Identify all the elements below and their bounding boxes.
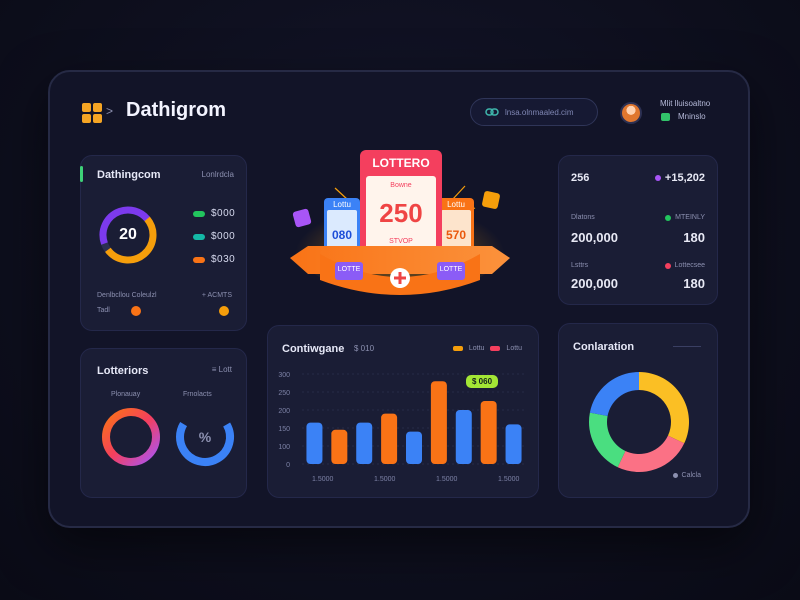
y-tick-label: 300: [278, 372, 290, 379]
lottery-header: LOTTERO: [372, 156, 430, 170]
lotteries-card[interactable]: Lotteriors ≡ Lott Plonauay Frnolacts %: [80, 348, 247, 498]
donut-slice[interactable]: [589, 372, 639, 417]
dot-icon: [654, 175, 661, 181]
left-ticket-value: 080: [331, 228, 353, 242]
bar-tooltip: $ 060: [466, 375, 499, 388]
coin-icon: [131, 306, 141, 316]
legend-item: $030: [193, 254, 235, 265]
stats-row1-label: Dlatons: [571, 214, 595, 221]
x-tick-label: 1.5000: [498, 476, 520, 483]
divider: [673, 346, 701, 347]
coin-icon: [219, 306, 229, 316]
legend-item: $000: [193, 231, 235, 242]
user-status: Mninslo: [678, 112, 706, 121]
search-placeholder: lnsa.olnmaaled.cim: [505, 107, 574, 117]
x-tick-label: 1.5000: [374, 476, 396, 483]
bar[interactable]: [430, 381, 447, 464]
stats-row2-count: 180: [683, 276, 705, 291]
lottery-sub: Bowne: [390, 182, 412, 189]
ring1-label: Plonauay: [111, 391, 141, 398]
bar[interactable]: [331, 429, 348, 464]
overview-footer-left: Denlbcllou Coleulzl: [97, 292, 157, 299]
user-name: Mlit lluisoaltno: [660, 99, 711, 108]
y-tick-label: 100: [278, 444, 290, 451]
y-tick-label: 250: [278, 390, 290, 397]
stats-row2-label: Lsttrs: [571, 262, 589, 269]
stats-top-right: +15,202: [654, 172, 705, 184]
bar[interactable]: [306, 422, 323, 464]
donut-footer: Calcla: [681, 472, 701, 479]
overview-footer-right: + ACMTS: [201, 292, 232, 299]
status-icon: [661, 113, 670, 121]
progress-ring-chart: %: [176, 408, 234, 466]
donut-card[interactable]: Conlaration Calcla: [558, 323, 718, 498]
donut-slice[interactable]: [617, 435, 685, 472]
breadcrumb-separator: >: [106, 104, 114, 118]
logo-icon[interactable]: [82, 103, 102, 123]
page-title: Dathigrom: [126, 99, 226, 121]
overview-ring-value: 20: [119, 226, 137, 243]
lottery-main-sub: STVOP: [389, 238, 413, 245]
bar[interactable]: [505, 424, 522, 464]
y-tick-label: 150: [278, 426, 290, 433]
lotteries-badge: ≡ Lott: [211, 365, 232, 374]
overview-title: Dathingcom: [97, 169, 161, 181]
stats-row2-value: 200,000: [571, 276, 618, 291]
left-ticket-label: Lottu: [333, 200, 351, 209]
gradient-ring-chart: [102, 408, 160, 466]
stats-card[interactable]: 256 +15,202 Dlatons MTEINLY 200,000 180 …: [558, 155, 718, 305]
bar[interactable]: [406, 431, 422, 464]
right-ticket-label: Lottu: [447, 200, 465, 209]
stats-row2-badge: Lottecsee: [674, 262, 705, 269]
bar[interactable]: [480, 401, 497, 464]
y-tick-label: 0: [286, 462, 290, 469]
ring2-label: Frnolacts: [183, 391, 212, 398]
bar[interactable]: [381, 413, 398, 464]
lotteries-title: Lotteriors: [97, 365, 149, 377]
lottery-hero[interactable]: LOTTERO Bowne 250 STVOP Lottu 080 Lottu …: [280, 150, 520, 300]
x-tick-label: 1.5000: [312, 476, 334, 483]
y-tick-label: 200: [278, 408, 290, 415]
donut-slice[interactable]: [639, 372, 689, 444]
stats-row1-badge: MTEINLY: [675, 214, 705, 221]
lottery-value: 250: [379, 198, 423, 228]
status-dot-icon: [665, 214, 672, 221]
donut-chart: [589, 372, 689, 472]
legend-item: $000: [193, 208, 235, 219]
link-icon: [485, 108, 499, 116]
dot-icon: [672, 473, 678, 478]
ribbon-right-label: LOTTE: [439, 266, 463, 273]
bar-chart: 300 250 200 150 100 0 1.5000 1.5000 1.5000 1.5000: [278, 372, 526, 483]
right-ticket-value: 570: [445, 228, 467, 242]
stats-row1-value: 200,000: [571, 230, 618, 245]
search-input[interactable]: lnsa.olnmaaled.cim: [470, 98, 598, 126]
stats-row1-count: 180: [683, 230, 705, 245]
ribbon-left-label: LOTTE: [337, 266, 361, 273]
donut-title: Conlaration: [573, 341, 635, 353]
overview-card[interactable]: Dathingcom Lonlrdcla 20 $000 $000 $030 D…: [80, 155, 247, 331]
bar[interactable]: [455, 410, 472, 464]
stats-top-left: 256: [571, 172, 590, 184]
overview-footer-small: Tadl: [97, 307, 110, 314]
avatar[interactable]: [620, 102, 642, 124]
bar[interactable]: [356, 422, 373, 464]
bar-chart-card[interactable]: Contiwgane $ 010 Lottu Lottu 300 250 200 15…: [267, 325, 539, 498]
overview-subtitle: Lonlrdcla: [201, 170, 234, 179]
donut-slice[interactable]: [589, 412, 626, 468]
status-dot-icon: [664, 262, 671, 269]
svg-text:%: %: [199, 429, 212, 445]
card-accent: [80, 166, 83, 182]
x-tick-label: 1.5000: [436, 476, 458, 483]
